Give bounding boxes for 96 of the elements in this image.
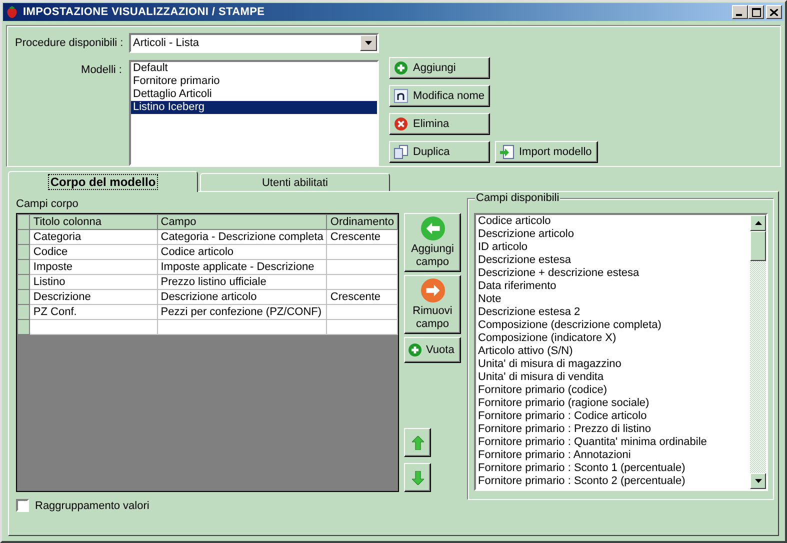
- plus-icon: [408, 343, 422, 357]
- tab[interactable]: Utenti abilitati: [200, 173, 390, 191]
- table-cell: [326, 274, 398, 290]
- list-item[interactable]: Fornitore primario : Annotazioni: [476, 449, 750, 462]
- scroll-thumb[interactable]: [750, 231, 766, 261]
- list-item[interactable]: Fornitore primario : Quantita' minima ordinabile: [476, 436, 750, 449]
- campi-corpo-label: Campi corpo: [16, 198, 80, 212]
- group-title: Campi disponibili: [475, 192, 560, 204]
- import-icon: [500, 145, 514, 159]
- model-button[interactable]: Elimina: [389, 113, 490, 135]
- row-header[interactable]: [18, 260, 30, 274]
- table-cell: Descrizione articolo: [157, 290, 327, 304]
- down-arrow-icon: [412, 470, 424, 484]
- minimize-button[interactable]: [732, 5, 748, 19]
- plus-icon: [394, 61, 408, 75]
- procedure-label: Procedure disponibili :: [14, 37, 124, 49]
- procedure-dropdown[interactable]: Articoli - Lista: [129, 33, 379, 53]
- move-up-button[interactable]: [404, 428, 431, 457]
- table-cell: [326, 304, 398, 320]
- checkbox[interactable]: [16, 499, 29, 512]
- model-item[interactable]: Default: [131, 62, 377, 75]
- scroll-up-button[interactable]: [750, 215, 766, 231]
- list-item[interactable]: Composizione (indicatore X): [476, 332, 750, 345]
- list-item[interactable]: Fornitore primario : Prezzo di listino: [476, 423, 750, 436]
- model-item[interactable]: Fornitore primario: [131, 75, 377, 88]
- table-cell: Codice articolo: [157, 244, 327, 260]
- table-cell: Pezzi per confezione (PZ/CONF): [157, 304, 327, 320]
- close-button[interactable]: [766, 5, 782, 19]
- maximize-icon: [752, 8, 760, 16]
- list-item[interactable]: Unita' di misura di vendita: [476, 371, 750, 384]
- table-cell: PZ Conf.: [30, 304, 158, 320]
- add-field-button[interactable]: Aggiungi campo: [404, 213, 461, 272]
- table-cell: Prezzo listino ufficiale: [157, 274, 327, 290]
- table-cell: Categoria - Descrizione completa: [157, 230, 327, 244]
- list-item[interactable]: Descrizione articolo: [476, 228, 750, 241]
- table-cell: Imposte: [30, 260, 158, 274]
- scroll-down-button[interactable]: [750, 473, 766, 489]
- list-item[interactable]: Note: [476, 293, 750, 306]
- table-cell: Listino: [30, 274, 158, 290]
- row-header[interactable]: [18, 304, 30, 320]
- tab[interactable]: Corpo del modello: [8, 171, 198, 192]
- model-button[interactable]: Import modello: [495, 141, 598, 163]
- maximize-button[interactable]: [748, 5, 764, 19]
- list-item[interactable]: Unita' di misura di magazzino: [476, 358, 750, 371]
- model-button[interactable]: Modifica nome: [389, 85, 490, 107]
- caret-icon: [754, 221, 762, 225]
- list-item[interactable]: Descrizione estesa: [476, 254, 750, 267]
- model-item[interactable]: Dettaglio Articoli: [131, 88, 377, 101]
- list-item[interactable]: Composizione (descrizione completa): [476, 319, 750, 332]
- up-arrow-icon: [412, 436, 424, 450]
- rename-icon: [394, 89, 408, 103]
- model-button[interactable]: Duplica: [389, 141, 490, 163]
- table-cell: [326, 244, 398, 260]
- list-item[interactable]: Data riferimento: [476, 280, 750, 293]
- list-item[interactable]: Descrizione estesa 2: [476, 306, 750, 319]
- table-cell: Crescente: [326, 290, 398, 304]
- dropdown-button[interactable]: [360, 35, 377, 51]
- row-header[interactable]: [18, 244, 30, 260]
- modelli-label: Modelli :: [80, 63, 123, 78]
- column-header[interactable]: Titolo colonna: [30, 214, 158, 230]
- caret-icon: [365, 41, 372, 45]
- list-item[interactable]: Fornitore primario : Sconto 1 (percentuale): [476, 462, 750, 475]
- row-header[interactable]: [18, 290, 30, 304]
- column-header[interactable]: Campo: [157, 214, 327, 230]
- strawberry-icon: [5, 5, 19, 19]
- list-item[interactable]: Fornitore primario : Sconto 2 (percentuale): [476, 475, 750, 488]
- model-item[interactable]: Listino Iceberg: [131, 101, 377, 114]
- table-cell: Categoria: [30, 230, 158, 244]
- clear-button[interactable]: Vuota: [404, 337, 461, 363]
- list-item[interactable]: Articolo attivo (S/N): [476, 345, 750, 358]
- column-header[interactable]: Ordinamento: [326, 214, 398, 230]
- row-header[interactable]: [18, 230, 30, 244]
- window-title: IMPOSTAZIONE VISUALIZZAZIONI / STAMPE: [23, 6, 265, 18]
- table-cell: Codice: [30, 244, 158, 260]
- close-icon: [770, 8, 778, 16]
- list-item[interactable]: Fornitore primario (codice): [476, 384, 750, 397]
- documents-icon: [394, 145, 408, 159]
- row-header[interactable]: [18, 274, 30, 290]
- list-item[interactable]: Fornitore primario (ragione sociale): [476, 397, 750, 410]
- row-header[interactable]: [18, 320, 30, 334]
- move-down-button[interactable]: [404, 463, 431, 492]
- list-item[interactable]: ID articolo: [476, 241, 750, 254]
- table-cell: [326, 260, 398, 274]
- model-button[interactable]: Aggiungi: [389, 57, 490, 79]
- list-item[interactable]: Fornitore primario : Codice articolo: [476, 410, 750, 423]
- table-cell: Crescente: [326, 230, 398, 244]
- scrollbar[interactable]: [750, 215, 766, 489]
- caret-icon: [754, 479, 762, 483]
- remove-field-button[interactable]: Rimuovi campo: [404, 275, 461, 334]
- list-item[interactable]: Codice articolo: [476, 215, 750, 228]
- delete-icon: [394, 117, 408, 131]
- table-cell: Imposte applicate - Descrizione: [157, 260, 327, 274]
- table-cell: Descrizione: [30, 290, 158, 304]
- checkbox-label: Raggruppamento valori: [35, 500, 150, 512]
- empty-cell: [326, 320, 398, 334]
- list-item[interactable]: Descrizione + descrizione estesa: [476, 267, 750, 280]
